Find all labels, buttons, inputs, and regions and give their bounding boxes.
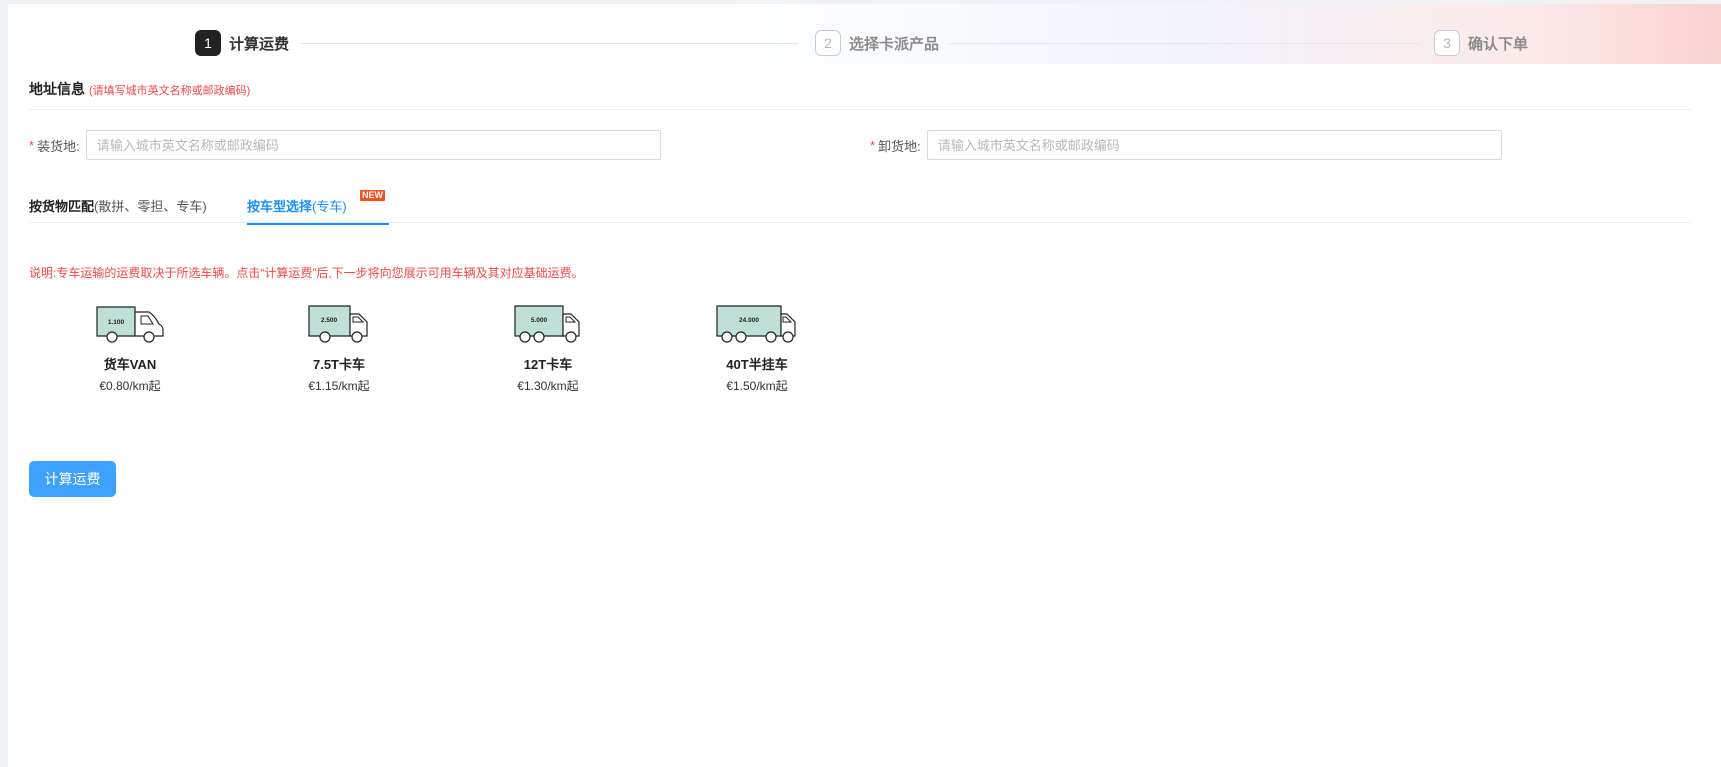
required-mark: * (870, 137, 876, 153)
step-1: 1 计算运费 (195, 30, 289, 56)
tab-by-vehicle[interactable]: 按车型选择(专车) (247, 196, 347, 215)
step-1-label: 计算运费 (229, 35, 290, 53)
loading-field: * 装货地: (29, 130, 661, 160)
tab-by-cargo-sub: (散拼、零担、专车) (94, 199, 207, 214)
explanation-note: 说明:专车运输的运费取决于所选车辆。点击“计算运费”后,下一步将向您展示可用车辆… (29, 266, 584, 280)
match-mode-tabs: 按货物匹配(散拼、零担、专车) 按车型选择(专车) NEW (29, 186, 1691, 226)
truck-icon: 5.000 (514, 305, 580, 343)
step-2-label: 选择卡派产品 (849, 35, 940, 53)
vehicle-price: €1.15/km起 (308, 379, 370, 393)
step-1-number: 1 (195, 30, 221, 56)
van-icon: 1.100 (96, 306, 164, 343)
semi-trailer-icon: 24.000 (716, 305, 796, 343)
step-3-label: 确认下单 (1468, 35, 1529, 53)
unloading-label: 卸货地: (878, 138, 921, 154)
section-divider (29, 109, 1691, 110)
address-hint: (请填写城市英文名称或邮政编码) (89, 85, 251, 97)
step-connector (301, 43, 798, 44)
step-2: 2 选择卡派产品 (815, 30, 939, 56)
address-section-title: 地址信息 (请填写城市英文名称或邮政编码) (29, 79, 250, 99)
vehicle-option-van[interactable]: 1.100 货车VAN €0.80/km起 (60, 304, 200, 394)
step-connector (949, 43, 1421, 44)
vehicle-name: 货车VAN (103, 357, 157, 372)
step-3-number: 3 (1434, 30, 1460, 56)
new-badge: NEW (360, 190, 385, 201)
vehicle-option-7-5t[interactable]: 2.500 7.5T卡车 €1.15/km起 (269, 304, 409, 394)
vehicle-name: 40T半挂车 (726, 357, 788, 372)
step-2-number: 2 (815, 30, 841, 56)
vehicle-name: 7.5T卡车 (312, 357, 365, 372)
tabs-divider (29, 222, 1691, 223)
truck-capacity: 2.500 (321, 317, 338, 324)
vehicle-option-40t[interactable]: 24.000 40T半挂车 €1.50/km起 (687, 304, 827, 394)
page: 1 计算运费 2 选择卡派产品 3 确认下单 地址信息 (请填写城市英文名称或邮… (8, 4, 1721, 767)
step-3: 3 确认下单 (1434, 30, 1528, 56)
required-mark: * (29, 137, 35, 153)
unloading-field: * 卸货地: (870, 130, 1502, 160)
truck-icon: 2.500 (308, 305, 368, 343)
vehicle-price: €1.50/km起 (726, 379, 788, 393)
active-tab-indicator (247, 223, 389, 225)
tab-by-vehicle-label: 按车型选择 (247, 199, 313, 214)
tab-by-cargo-label: 按货物匹配 (29, 199, 95, 214)
vehicle-name: 12T卡车 (523, 357, 573, 372)
loading-input[interactable] (85, 130, 661, 160)
vehicle-price: €0.80/km起 (99, 379, 161, 393)
truck-capacity: 5.000 (531, 317, 548, 324)
calculate-freight-button[interactable]: 计算运费 (29, 461, 116, 497)
address-title: 地址信息 (29, 81, 85, 97)
loading-label: 装货地: (37, 138, 80, 154)
van-capacity: 1.100 (108, 319, 125, 326)
tab-by-cargo[interactable]: 按货物匹配(散拼、零担、专车) (29, 196, 207, 215)
vehicle-price: €1.30/km起 (517, 379, 579, 393)
semi-capacity: 24.000 (739, 317, 759, 324)
step-progress: 1 计算运费 2 选择卡派产品 3 确认下单 (8, 24, 1721, 60)
vehicle-option-12t[interactable]: 5.000 12T卡车 €1.30/km起 (478, 304, 618, 394)
unloading-input[interactable] (926, 130, 1502, 160)
tab-by-vehicle-sub: (专车) (312, 199, 347, 214)
